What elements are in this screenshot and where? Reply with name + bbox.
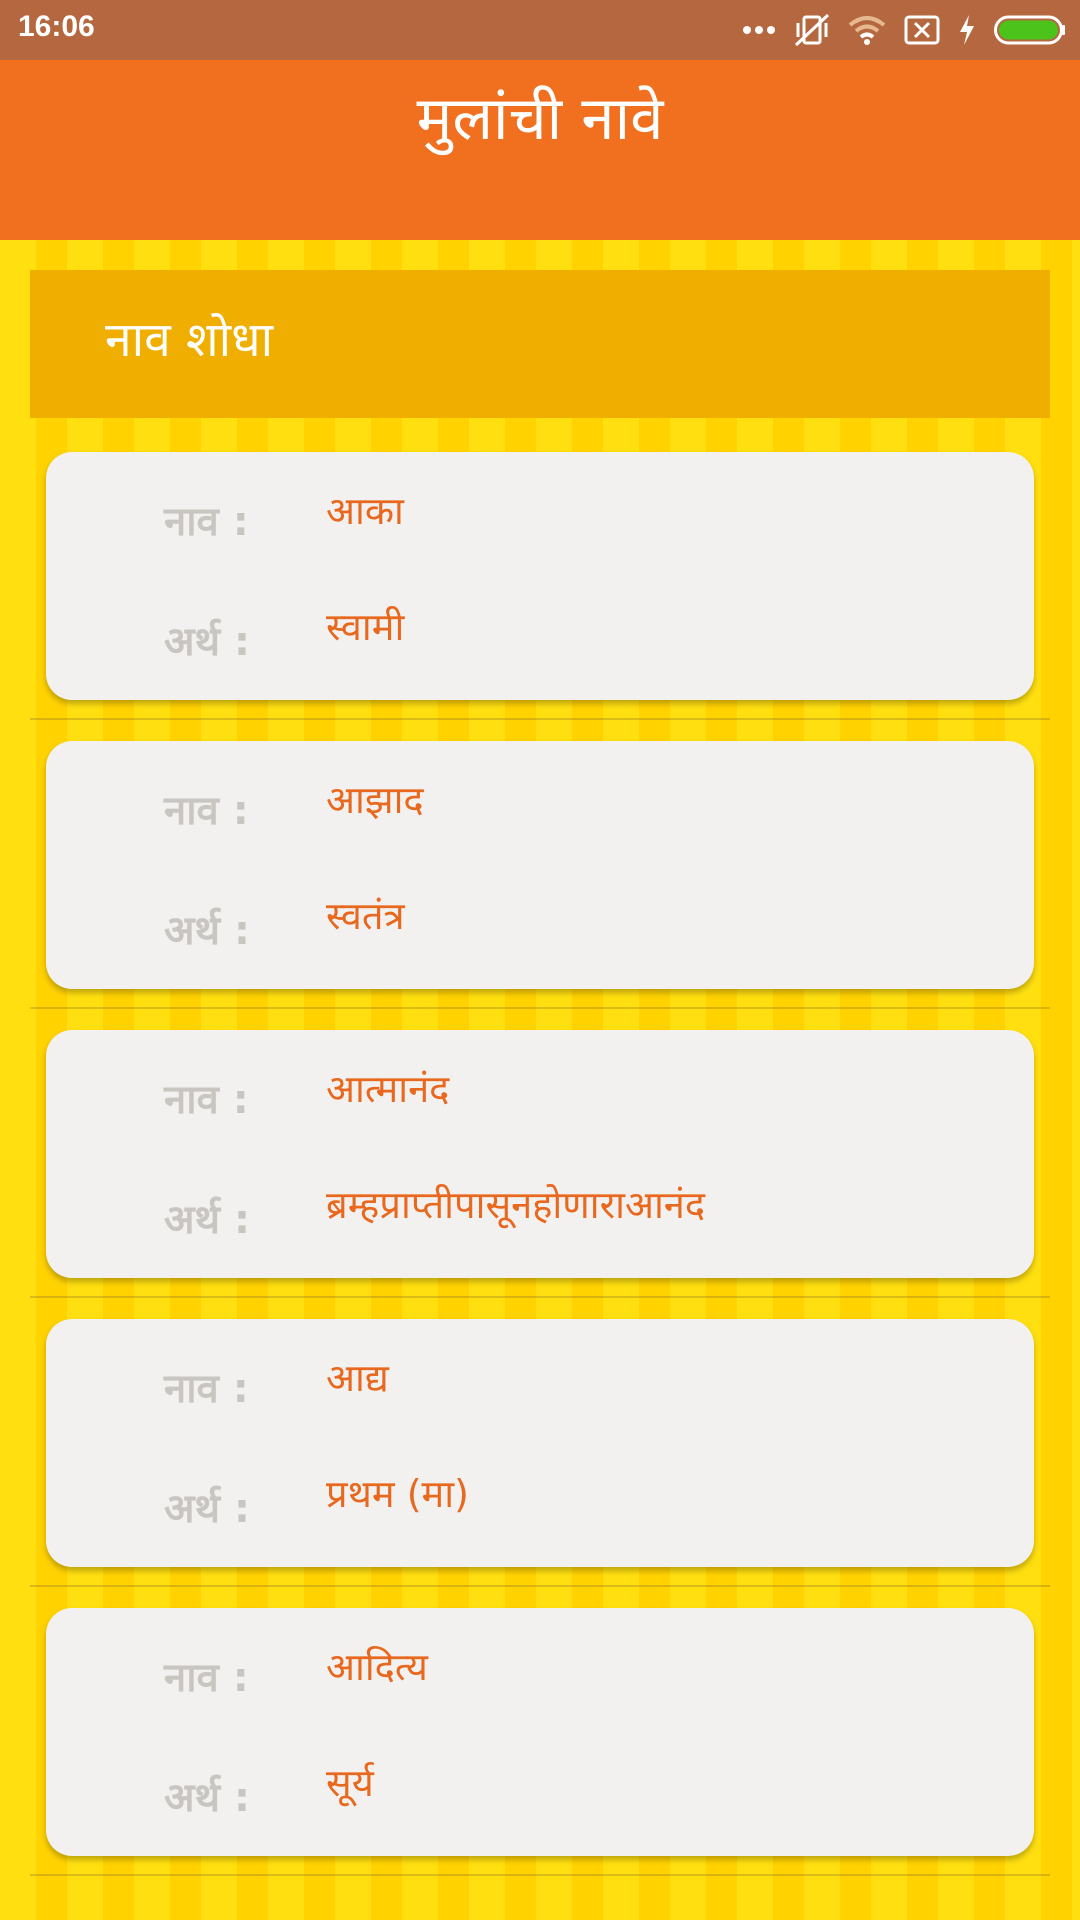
meaning-value: ब्रम्हप्राप्तीपासूनहोणाराआनंद xyxy=(326,1183,706,1227)
list-item[interactable]: नाव : आझाद अर्थ : स्वतंत्र xyxy=(0,741,1080,1030)
name-value: आदित्य xyxy=(326,1645,428,1689)
more-dots-icon xyxy=(742,25,776,35)
status-time: 16:06 xyxy=(18,10,95,43)
app-title: मुलांची नावे xyxy=(416,83,664,154)
list-item[interactable]: नाव : आदित्य अर्थ : सूर्य xyxy=(0,1608,1080,1897)
list-item[interactable]: नाव : आका अर्थ : स्वामी xyxy=(0,452,1080,741)
divider xyxy=(30,1007,1050,1009)
list-item[interactable]: नाव : आद्य अर्थ : प्रथम (मा) xyxy=(0,1319,1080,1608)
divider xyxy=(30,718,1050,720)
meaning-value: सूर्य xyxy=(326,1761,374,1805)
meaning-label: अर्थ : xyxy=(164,908,251,954)
meaning-label: अर्थ : xyxy=(164,1197,251,1243)
meaning-value: प्रथम (मा) xyxy=(326,1472,469,1516)
name-label: नाव : xyxy=(164,788,249,834)
search-label: नाव शोधा xyxy=(105,312,274,368)
meaning-value: स्वामी xyxy=(326,605,405,649)
divider xyxy=(30,1585,1050,1587)
name-value: आत्मानंद xyxy=(326,1067,450,1111)
names-list[interactable]: नाव : आका अर्थ : स्वामी नाव : आझाद अर्थ … xyxy=(0,452,1080,1897)
meaning-label: अर्थ : xyxy=(164,1486,251,1532)
name-value: आका xyxy=(326,489,404,533)
name-card[interactable]: नाव : आका अर्थ : स्वामी xyxy=(46,452,1034,700)
name-value: आझाद xyxy=(326,778,424,822)
battery-icon xyxy=(994,14,1066,46)
meaning-label: अर्थ : xyxy=(164,1775,251,1821)
vibrate-off-icon xyxy=(794,13,830,47)
list-item[interactable]: नाव : आत्मानंद अर्थ : ब्रम्हप्राप्तीपासू… xyxy=(0,1030,1080,1319)
wifi-icon xyxy=(848,15,886,45)
name-card[interactable]: नाव : आत्मानंद अर्थ : ब्रम्हप्राप्तीपासू… xyxy=(46,1030,1034,1278)
name-label: नाव : xyxy=(164,1366,249,1412)
divider xyxy=(30,1296,1050,1298)
no-sim-icon xyxy=(904,15,940,45)
app-bar: मुलांची नावे xyxy=(0,60,1080,240)
content-area[interactable]: नाव शोधा नाव : आका अर्थ : स्वामी नाव : आ… xyxy=(0,240,1080,1920)
name-card[interactable]: नाव : आझाद अर्थ : स्वतंत्र xyxy=(46,741,1034,989)
name-label: नाव : xyxy=(164,1655,249,1701)
charging-icon xyxy=(958,14,976,46)
status-bar: 16:06 xyxy=(0,0,1080,60)
meaning-label: अर्थ : xyxy=(164,619,251,665)
name-value: आद्य xyxy=(326,1356,389,1400)
name-card[interactable]: नाव : आद्य अर्थ : प्रथम (मा) xyxy=(46,1319,1034,1567)
divider xyxy=(30,1874,1050,1876)
search-bar[interactable]: नाव शोधा xyxy=(30,270,1050,418)
name-card[interactable]: नाव : आदित्य अर्थ : सूर्य xyxy=(46,1608,1034,1856)
meaning-value: स्वतंत्र xyxy=(326,894,405,938)
status-icons xyxy=(742,12,1066,48)
name-label: नाव : xyxy=(164,1077,249,1123)
name-label: नाव : xyxy=(164,499,249,545)
